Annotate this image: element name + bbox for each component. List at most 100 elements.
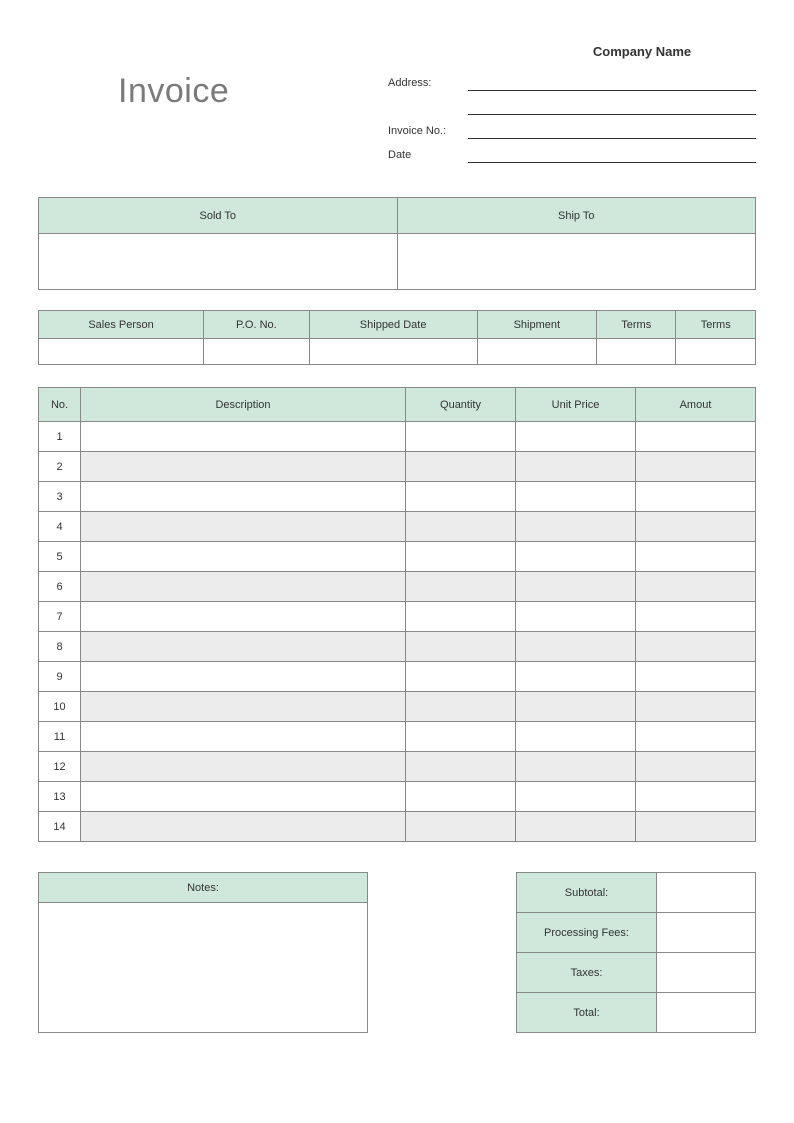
item-no: 4 <box>39 512 81 542</box>
item-amount[interactable] <box>636 722 756 752</box>
item-amount[interactable] <box>636 632 756 662</box>
company-name: Company Name <box>388 44 756 59</box>
item-quantity[interactable] <box>406 662 516 692</box>
item-quantity[interactable] <box>406 782 516 812</box>
ship-to-field[interactable] <box>397 234 756 290</box>
item-description[interactable] <box>81 632 406 662</box>
item-description[interactable] <box>81 752 406 782</box>
item-amount[interactable] <box>636 542 756 572</box>
item-unit-price[interactable] <box>516 812 636 842</box>
item-unit-price[interactable] <box>516 632 636 662</box>
meta-cell[interactable] <box>204 339 310 365</box>
item-description[interactable] <box>81 512 406 542</box>
item-amount[interactable] <box>636 422 756 452</box>
item-no: 7 <box>39 602 81 632</box>
item-unit-price[interactable] <box>516 752 636 782</box>
item-description[interactable] <box>81 812 406 842</box>
table-row: 9 <box>39 662 756 692</box>
item-unit-price[interactable] <box>516 692 636 722</box>
processing-fees-label: Processing Fees: <box>517 913 657 953</box>
taxes-value[interactable] <box>657 953 756 993</box>
item-description[interactable] <box>81 602 406 632</box>
notes-label: Notes: <box>39 873 368 903</box>
sold-to-field[interactable] <box>39 234 398 290</box>
notes-box: Notes: <box>38 872 368 1033</box>
item-quantity[interactable] <box>406 722 516 752</box>
total-value[interactable] <box>657 993 756 1033</box>
item-no: 9 <box>39 662 81 692</box>
meta-cell[interactable] <box>597 339 676 365</box>
item-description[interactable] <box>81 542 406 572</box>
item-unit-price[interactable] <box>516 482 636 512</box>
item-unit-price[interactable] <box>516 452 636 482</box>
item-description[interactable] <box>81 452 406 482</box>
item-amount[interactable] <box>636 512 756 542</box>
meta-table: Sales Person P.O. No. Shipped Date Shipm… <box>38 310 756 365</box>
items-header-quantity: Quantity <box>406 388 516 422</box>
item-no: 8 <box>39 632 81 662</box>
meta-cell[interactable] <box>676 339 756 365</box>
item-description[interactable] <box>81 722 406 752</box>
item-unit-price[interactable] <box>516 572 636 602</box>
total-label: Total: <box>517 993 657 1033</box>
item-description[interactable] <box>81 782 406 812</box>
item-unit-price[interactable] <box>516 422 636 452</box>
address-label: Address: <box>388 77 468 91</box>
processing-fees-value[interactable] <box>657 913 756 953</box>
meta-cell[interactable] <box>39 339 204 365</box>
meta-header: P.O. No. <box>204 311 310 339</box>
meta-cell[interactable] <box>309 339 477 365</box>
table-row: 14 <box>39 812 756 842</box>
meta-header: Terms <box>676 311 756 339</box>
items-header-description: Description <box>81 388 406 422</box>
item-quantity[interactable] <box>406 692 516 722</box>
item-quantity[interactable] <box>406 422 516 452</box>
item-quantity[interactable] <box>406 752 516 782</box>
table-row: 13 <box>39 782 756 812</box>
date-label: Date <box>388 149 468 163</box>
item-no: 10 <box>39 692 81 722</box>
item-amount[interactable] <box>636 812 756 842</box>
item-amount[interactable] <box>636 572 756 602</box>
item-amount[interactable] <box>636 662 756 692</box>
address-line-1[interactable] <box>468 73 756 91</box>
item-quantity[interactable] <box>406 452 516 482</box>
item-quantity[interactable] <box>406 542 516 572</box>
table-row: 11 <box>39 722 756 752</box>
invoice-no-field[interactable] <box>468 121 756 139</box>
item-description[interactable] <box>81 572 406 602</box>
table-row: 7 <box>39 602 756 632</box>
item-amount[interactable] <box>636 452 756 482</box>
item-unit-price[interactable] <box>516 722 636 752</box>
subtotal-value[interactable] <box>657 873 756 913</box>
item-quantity[interactable] <box>406 512 516 542</box>
item-unit-price[interactable] <box>516 662 636 692</box>
meta-cell[interactable] <box>477 339 596 365</box>
item-unit-price[interactable] <box>516 602 636 632</box>
item-description[interactable] <box>81 482 406 512</box>
item-quantity[interactable] <box>406 602 516 632</box>
item-amount[interactable] <box>636 602 756 632</box>
item-unit-price[interactable] <box>516 512 636 542</box>
item-amount[interactable] <box>636 482 756 512</box>
item-quantity[interactable] <box>406 482 516 512</box>
notes-field[interactable] <box>39 903 368 1033</box>
item-description[interactable] <box>81 692 406 722</box>
item-unit-price[interactable] <box>516 542 636 572</box>
item-unit-price[interactable] <box>516 782 636 812</box>
date-field[interactable] <box>468 145 756 163</box>
table-row: 4 <box>39 512 756 542</box>
table-row: 5 <box>39 542 756 572</box>
subtotal-label: Subtotal: <box>517 873 657 913</box>
item-quantity[interactable] <box>406 632 516 662</box>
item-quantity[interactable] <box>406 572 516 602</box>
invoice-no-label: Invoice No.: <box>388 125 468 139</box>
item-amount[interactable] <box>636 692 756 722</box>
item-amount[interactable] <box>636 782 756 812</box>
item-description[interactable] <box>81 662 406 692</box>
item-quantity[interactable] <box>406 812 516 842</box>
items-table: No. Description Quantity Unit Price Amou… <box>38 387 756 842</box>
address-line-2[interactable] <box>468 97 756 115</box>
item-description[interactable] <box>81 422 406 452</box>
item-amount[interactable] <box>636 752 756 782</box>
